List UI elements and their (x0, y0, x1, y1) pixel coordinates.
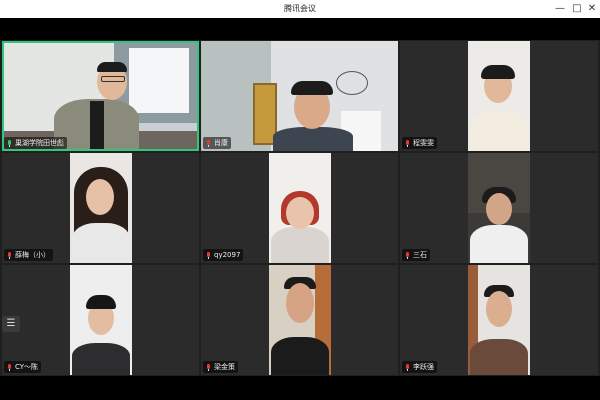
participant-name: 薛梅（小） (15, 251, 50, 259)
microphone-muted-icon (405, 139, 410, 147)
participant-name-tag: 梁金策 (203, 361, 238, 373)
participant-video (70, 265, 132, 375)
participant-tile[interactable]: 巢湖学院田世彪 (2, 41, 199, 151)
microphone-icon (7, 139, 12, 147)
participant-video (269, 153, 331, 263)
participant-video (468, 41, 530, 151)
microphone-muted-icon (7, 363, 12, 371)
participant-tile[interactable]: CY～陈 (2, 265, 199, 375)
participant-name-tag: 巢湖学院田世彪 (4, 137, 67, 149)
participant-video (468, 153, 530, 263)
participant-name: CY～陈 (15, 363, 39, 371)
participant-video (70, 153, 132, 263)
microphone-muted-icon (7, 251, 12, 259)
participant-tile[interactable]: 李跃强 (400, 265, 598, 375)
participant-name-tag: qy2097 (203, 249, 244, 261)
participant-tile[interactable]: qy2097 (201, 153, 398, 263)
member-list-toggle-button[interactable]: ☰ (2, 316, 20, 332)
participant-name-tag: 李跃强 (402, 361, 437, 373)
participant-tile[interactable]: 三石 (400, 153, 598, 263)
participant-name-tag: 三石 (402, 249, 430, 261)
maximize-button[interactable]: □ (569, 2, 585, 16)
microphone-muted-icon (206, 363, 211, 371)
participant-name-tag: CY～陈 (4, 361, 42, 373)
participant-video (201, 41, 398, 151)
participant-name-tag: 肖康 (203, 137, 231, 149)
microphone-muted-icon (405, 251, 410, 259)
microphone-muted-icon (206, 251, 211, 259)
participant-tile[interactable]: 薛梅（小） (2, 153, 199, 263)
participant-video (269, 265, 331, 375)
participant-tile[interactable]: 程雯雯 (400, 41, 598, 151)
close-button[interactable]: ✕ (584, 2, 600, 16)
microphone-muted-icon (405, 363, 410, 371)
participant-name-tag: 程雯雯 (402, 137, 437, 149)
participant-name: 梁金策 (214, 363, 235, 371)
bottom-letterbox (0, 376, 600, 400)
top-letterbox (0, 18, 600, 40)
participant-name: 李跃强 (413, 363, 434, 371)
minimize-button[interactable]: — (552, 2, 568, 16)
meeting-video-area: 巢湖学院田世彪 肖康 程雯雯 薛梅（小） qy2097 三石 CY～陈 梁金策 … (0, 18, 600, 400)
window-title: 腾讯会议 (284, 4, 316, 13)
participant-tile[interactable]: 梁金策 (201, 265, 398, 375)
participant-name: 三石 (413, 251, 427, 259)
participant-video (4, 43, 197, 149)
participant-video (468, 265, 530, 375)
participant-name: 程雯雯 (413, 139, 434, 147)
participant-name: 肖康 (214, 139, 228, 147)
participant-tile[interactable]: 肖康 (201, 41, 398, 151)
window-titlebar: 腾讯会议 — □ ✕ (0, 0, 600, 18)
participant-name: 巢湖学院田世彪 (15, 139, 64, 147)
participant-name: qy2097 (214, 251, 241, 259)
microphone-muted-icon (206, 139, 211, 147)
participant-name-tag: 薛梅（小） (4, 249, 53, 261)
